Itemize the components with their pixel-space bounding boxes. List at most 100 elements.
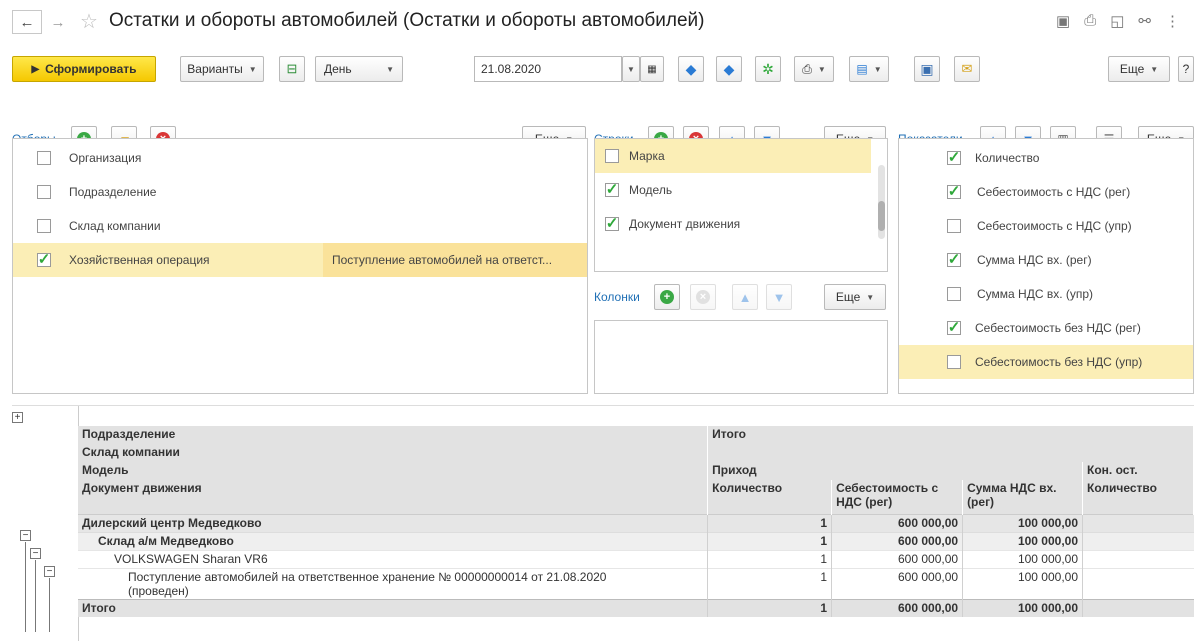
view-button[interactable]: ▤ ▼ [849,56,889,82]
indicator-item[interactable]: Себестоимость с НДС (упр) [899,209,1193,243]
report-table: Подразделение Итого Склад компании Модел… [78,426,1194,617]
header-cell: Склад компании [78,444,709,462]
table-row[interactable]: Дилерский центр Медведково 1 600 000,00 … [78,513,1194,532]
toolbar-more-button[interactable]: Еще ▼ [1108,56,1170,82]
row-group-checkbox[interactable] [605,183,619,197]
printer-icon: ⎙ [802,61,812,76]
indicator-checkbox[interactable] [947,219,961,233]
indicator-checkbox[interactable] [947,185,961,199]
row-group-item[interactable]: Документ движения [595,207,871,241]
details-button[interactable]: ✲ [755,56,781,82]
add-column-group-button[interactable]: + [654,284,680,310]
arrow-down-icon: ▼ [772,289,786,305]
more-vertical-icon[interactable]: ⋮ [1165,12,1180,30]
filter-label: Организация [69,151,142,165]
table-row[interactable]: VOLKSWAGEN Sharan VR6 1 600 000,00 100 0… [78,549,1194,568]
tree-line [35,560,36,632]
caret-down-icon: ▼ [817,64,826,74]
filter-row[interactable]: Подразделение [13,175,587,209]
indicator-label: Себестоимость без НДС (упр) [975,355,1143,369]
end-qty-cell [1082,598,1194,617]
vat-cell: 100 000,00 [962,513,1083,532]
collapse-icon[interactable]: − [44,566,55,577]
forward-button[interactable]: → [46,10,70,34]
date-input[interactable]: 21.08.2020 [474,56,622,82]
report-output: + − − − Подразделение Итого Склад компан… [12,405,1194,641]
total-row[interactable]: Итого 1 600 000,00 100 000,00 [78,598,1194,617]
indicator-checkbox[interactable] [947,321,961,335]
generate-button[interactable]: ▶ Сформировать [12,56,156,82]
total-label: Итого [78,598,708,617]
columns-more-button[interactable]: Еще ▼ [824,284,886,310]
indicator-checkbox[interactable] [947,151,961,165]
indicator-checkbox[interactable] [947,355,961,369]
collapse-icon[interactable]: − [30,548,41,559]
cost-cell: 600 000,00 [831,598,963,617]
columns-panel [594,320,888,394]
prev-period-button[interactable]: ◆ [678,56,704,82]
send-email-button[interactable]: ✉ [954,56,980,82]
header-cell: Количество [707,480,833,514]
filter-checkbox[interactable] [37,151,51,165]
save-report-button[interactable]: ▣ [914,56,940,82]
filter-row[interactable]: Организация [13,141,587,175]
calendar-button[interactable]: ▦ [640,56,664,82]
filter-value[interactable]: Поступление автомобилей на ответст... [323,243,587,277]
date-value: 21.08.2020 [481,62,542,76]
column-move-up-button[interactable]: ▲ [732,284,758,310]
column-move-down-button[interactable]: ▼ [766,284,792,310]
back-button[interactable]: ← [12,10,42,34]
table-row[interactable]: Поступление автомобилей на ответственное… [78,567,1194,599]
title-actions: ▣ ⎙ ◱ ⚯ ⋮ [1056,12,1180,30]
row-group-checkbox[interactable] [605,217,619,231]
indicator-item[interactable]: Себестоимость с НДС (рег) [899,175,1193,209]
indicators-panel: Количество Себестоимость с НДС (рег) Себ… [898,138,1194,394]
cost-cell: 600 000,00 [831,567,963,599]
row-group-checkbox[interactable] [605,149,619,163]
indicator-item[interactable]: Сумма НДС вх. (рег) [899,243,1193,277]
report-toolbar: ▶ Сформировать Варианты ▼ ⊟ День ▼ 21.08.2… [0,56,1194,84]
indicator-item[interactable]: Себестоимость без НДС (рег) [899,311,1193,345]
period-label: День [324,62,352,76]
tree-line [25,542,26,632]
cost-cell: 600 000,00 [831,531,963,550]
settings-panel-toggle[interactable]: ⊟ [279,56,305,82]
link-icon[interactable]: ⚯ [1138,12,1151,30]
indicator-item[interactable]: Количество [899,141,1193,175]
preview-icon[interactable]: ◱ [1110,12,1124,30]
period-select[interactable]: День ▼ [315,56,403,82]
collapse-icon[interactable]: − [20,530,31,541]
filter-checkbox[interactable] [37,185,51,199]
caret-down-icon: ▼ [386,64,394,74]
expand-all-icon[interactable]: + [12,412,23,423]
print-icon[interactable]: ⎙ [1084,12,1096,30]
table-row[interactable]: Склад а/м Медведково 1 600 000,00 100 00… [78,531,1194,550]
plus-icon: + [660,290,674,304]
tree-expand-icon: ✲ [762,60,774,77]
indicator-label: Себестоимость с НДС (рег) [977,185,1131,199]
help-button[interactable]: ? [1178,56,1194,82]
filter-row[interactable]: Хозяйственная операция Поступление автом… [13,243,587,277]
indicator-checkbox[interactable] [947,253,961,267]
indicator-item[interactable]: Сумма НДС вх. (упр) [899,277,1193,311]
header-cell: Кон. ост. [1082,462,1194,480]
variants-button[interactable]: Варианты ▼ [180,56,264,82]
cost-cell: 600 000,00 [831,549,963,568]
filter-checkbox[interactable] [37,253,51,267]
indicator-checkbox[interactable] [947,287,961,301]
caret-down-icon: ▼ [1150,64,1159,74]
filter-row[interactable]: Склад компании [13,209,587,243]
next-period-button[interactable]: ◆ [716,56,742,82]
date-dropdown-button[interactable]: ▼ [622,56,640,82]
filter-checkbox[interactable] [37,219,51,233]
save-icon[interactable]: ▣ [1056,12,1070,30]
favorite-star-icon[interactable]: ☆ [80,9,98,34]
arrow-left-icon: ◆ [685,60,697,77]
caret-down-icon: ▼ [248,64,257,74]
indicator-item[interactable]: Себестоимость без НДС (упр) [899,345,1193,379]
row-group-item[interactable]: Марка [595,139,871,173]
delete-column-group-button[interactable]: × [690,284,716,310]
print-button[interactable]: ⎙ ▼ [794,56,834,82]
rows-scrollbar-thumb[interactable] [878,201,885,231]
row-group-item[interactable]: Модель [595,173,871,207]
